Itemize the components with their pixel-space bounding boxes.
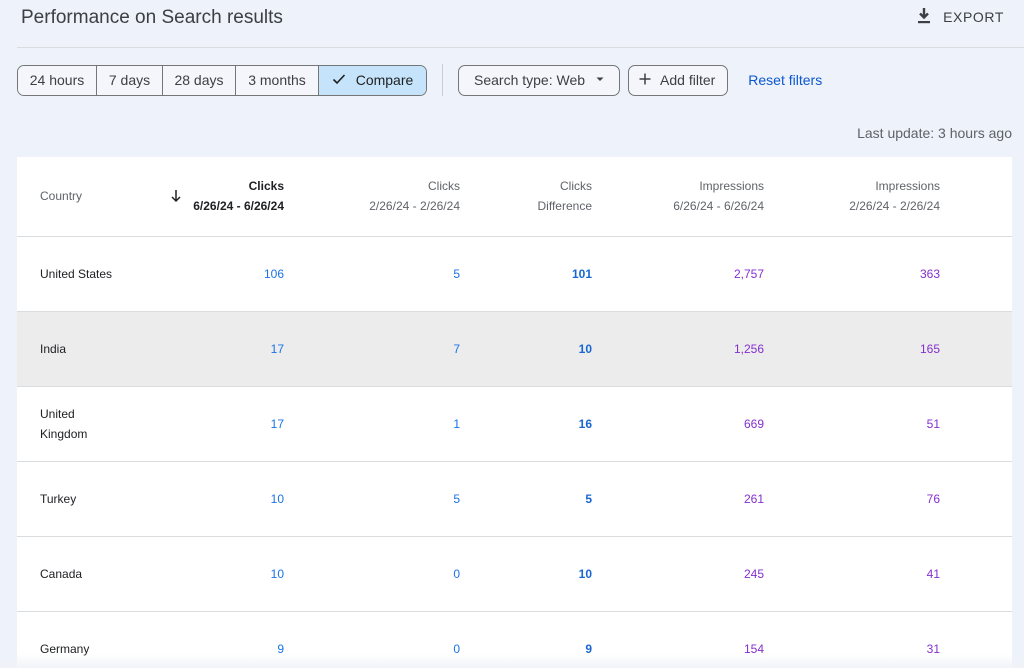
export-button[interactable]: EXPORT: [915, 6, 1004, 28]
impressions-current-cell: 1,256: [733, 342, 764, 356]
clicks-current-cell: 17: [270, 417, 284, 431]
last-update-status: Last update: 3 hours ago: [857, 125, 1012, 141]
column-header-impressions-current[interactable]: Impressions 6/26/24 - 6/26/24: [673, 176, 764, 216]
clicks-current-cell: 106: [263, 267, 284, 281]
table-row[interactable]: United States 106 5 101 2,757 363: [17, 237, 1012, 312]
country-cell: India: [40, 342, 67, 356]
impressions-current-cell: 261: [743, 492, 764, 506]
column-header-country[interactable]: Country: [40, 186, 82, 206]
clicks-difference-cell: 101: [571, 267, 592, 281]
impressions-previous-cell: 76: [926, 492, 940, 506]
table-row[interactable]: United Kingdom 17 1 16 669 51: [17, 387, 1012, 462]
header-divider: [17, 47, 1024, 48]
date-range-7-days[interactable]: 7 days: [97, 65, 163, 95]
toolbar-divider: [442, 64, 443, 96]
column-header-clicks-current[interactable]: Clicks 6/26/24 - 6/26/24: [193, 176, 284, 216]
search-type-filter[interactable]: Search type: Web: [458, 64, 621, 96]
impressions-previous-cell: 363: [919, 267, 940, 281]
column-header-clicks-previous[interactable]: Clicks 2/26/24 - 2/26/24: [369, 176, 460, 216]
table-header: Country Clicks 6/26/24 - 6/26/24 Clicks …: [17, 157, 1012, 237]
clicks-previous-cell: 1: [453, 417, 460, 431]
date-range-selector: 24 hours 7 days 28 days 3 months Compare: [17, 64, 427, 96]
impressions-previous-cell: 51: [926, 417, 940, 431]
search-type-label: Search type: Web: [474, 72, 586, 88]
table-row[interactable]: India 17 7 10 1,256 165: [17, 312, 1012, 387]
impressions-current-cell: 245: [743, 567, 764, 581]
add-filter-button[interactable]: Add filter: [628, 64, 729, 96]
page-header: Performance on Search results EXPORT: [0, 0, 1024, 48]
arrow-down-icon[interactable]: [169, 188, 183, 204]
date-range-24-hours[interactable]: 24 hours: [18, 65, 97, 95]
country-performance-table: Country Clicks 6/26/24 - 6/26/24 Clicks …: [17, 157, 1012, 668]
country-cell: Turkey: [40, 492, 77, 506]
clicks-previous-cell: 7: [453, 342, 460, 356]
bottom-fade: [0, 654, 1024, 668]
clicks-current-cell: 10: [270, 567, 284, 581]
country-cell: United States: [40, 267, 113, 281]
export-label: EXPORT: [943, 9, 1004, 25]
clicks-current-cell: 17: [270, 342, 284, 356]
country-cell: United Kingdom: [40, 407, 88, 441]
compare-toggle[interactable]: Compare: [319, 65, 426, 95]
date-range-28-days[interactable]: 28 days: [163, 65, 236, 95]
clicks-previous-cell: 5: [453, 267, 460, 281]
impressions-previous-cell: 41: [926, 567, 940, 581]
download-icon: [915, 7, 933, 28]
compare-label: Compare: [355, 72, 414, 88]
checkmark-icon: [332, 72, 346, 89]
clicks-current-cell: 10: [270, 492, 284, 506]
add-filter-label: Add filter: [660, 72, 716, 88]
clicks-difference-cell: 16: [578, 417, 592, 431]
page-title: Performance on Search results: [21, 7, 283, 28]
column-header-impressions-previous[interactable]: Impressions 2/26/24 - 2/26/24: [849, 176, 940, 216]
clicks-difference-cell: 5: [585, 492, 592, 506]
impressions-current-cell: 2,757: [733, 267, 764, 281]
plus-icon: [638, 72, 652, 89]
impressions-current-cell: 669: [743, 417, 764, 431]
clicks-difference-cell: 10: [578, 342, 592, 356]
reset-filters-link[interactable]: Reset filters: [748, 72, 822, 88]
column-header-clicks-difference[interactable]: Clicks Difference: [538, 176, 592, 216]
country-cell: Canada: [40, 567, 83, 581]
date-range-3-months[interactable]: 3 months: [236, 65, 319, 95]
caret-down-icon: [593, 72, 607, 89]
filter-toolbar: 24 hours 7 days 28 days 3 months Compare…: [17, 64, 822, 96]
clicks-difference-cell: 10: [578, 567, 592, 581]
clicks-previous-cell: 5: [453, 492, 460, 506]
table-row[interactable]: Canada 10 0 10 245 41: [17, 537, 1012, 612]
impressions-previous-cell: 165: [919, 342, 940, 356]
table-row[interactable]: Turkey 10 5 5 261 76: [17, 462, 1012, 537]
clicks-previous-cell: 0: [453, 567, 460, 581]
